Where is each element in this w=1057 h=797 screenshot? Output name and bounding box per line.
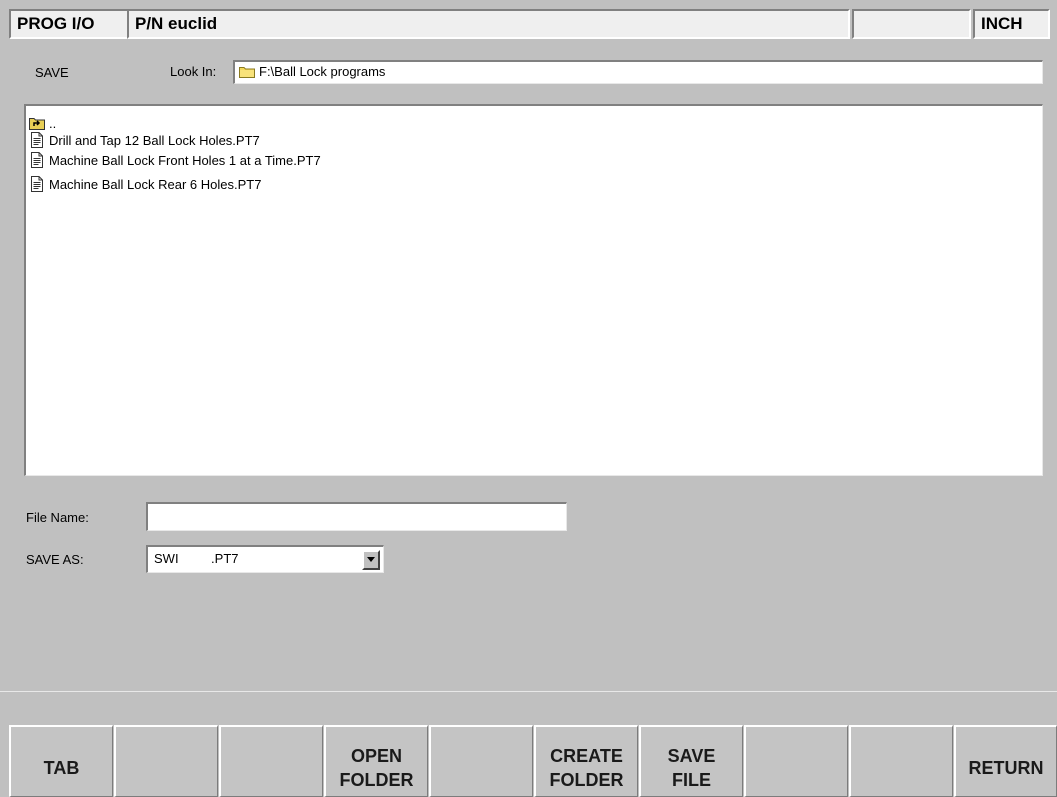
file-list[interactable]: .. Drill and Tap 12 Ball Lock Holes.PT7 …	[24, 104, 1043, 476]
tab-softkey[interactable]: TAB	[9, 725, 113, 797]
softkey-3[interactable]	[219, 725, 323, 797]
document-icon	[29, 132, 45, 148]
softkey-8[interactable]	[744, 725, 848, 797]
document-icon	[29, 176, 45, 192]
save-as-label: SAVE AS:	[26, 552, 84, 567]
open-folder-softkey[interactable]: OPEN FOLDER	[324, 725, 428, 797]
softkey-9[interactable]	[849, 725, 953, 797]
softkey-2[interactable]	[114, 725, 218, 797]
file-item-label: Drill and Tap 12 Ball Lock Holes.PT7	[49, 132, 260, 148]
return-softkey[interactable]: RETURN	[954, 725, 1057, 797]
file-item[interactable]: Drill and Tap 12 Ball Lock Holes.PT7	[29, 130, 260, 150]
status-line	[0, 691, 1057, 715]
file-item-label: Machine Ball Lock Front Holes 1 at a Tim…	[49, 152, 321, 168]
header-bar: PROG I/O P/N euclid INCH	[0, 0, 1057, 47]
dialog-action-label: SAVE	[35, 65, 69, 80]
header-blank-field	[852, 9, 971, 39]
save-as-value: SWI .PT7	[154, 551, 239, 566]
save-as-select[interactable]: SWI .PT7	[146, 545, 384, 573]
units-indicator: INCH	[973, 9, 1050, 39]
file-item[interactable]: Machine Ball Lock Front Holes 1 at a Tim…	[29, 150, 321, 170]
parent-folder-label: ..	[49, 115, 57, 131]
softkey-bar: TAB OPEN FOLDER CREATE FOLDER SAVE FILE …	[0, 725, 1057, 797]
parent-folder-icon	[29, 115, 45, 131]
look-in-field[interactable]: F:\Ball Lock programs	[233, 60, 1043, 84]
look-in-path: F:\Ball Lock programs	[259, 64, 386, 79]
file-item-label: Machine Ball Lock Rear 6 Holes.PT7	[49, 176, 262, 192]
part-number-display: P/N euclid	[127, 9, 850, 39]
mode-indicator: PROG I/O	[9, 9, 129, 39]
chevron-down-icon[interactable]	[362, 550, 380, 570]
save-file-softkey[interactable]: SAVE FILE	[639, 725, 743, 797]
folder-icon	[239, 65, 255, 78]
file-name-input[interactable]	[146, 502, 567, 531]
look-in-label: Look In:	[170, 64, 217, 79]
softkey-5[interactable]	[429, 725, 533, 797]
create-folder-softkey[interactable]: CREATE FOLDER	[534, 725, 638, 797]
file-item[interactable]: Machine Ball Lock Rear 6 Holes.PT7	[29, 174, 261, 194]
document-icon	[29, 152, 45, 168]
file-name-label: File Name:	[26, 510, 89, 525]
